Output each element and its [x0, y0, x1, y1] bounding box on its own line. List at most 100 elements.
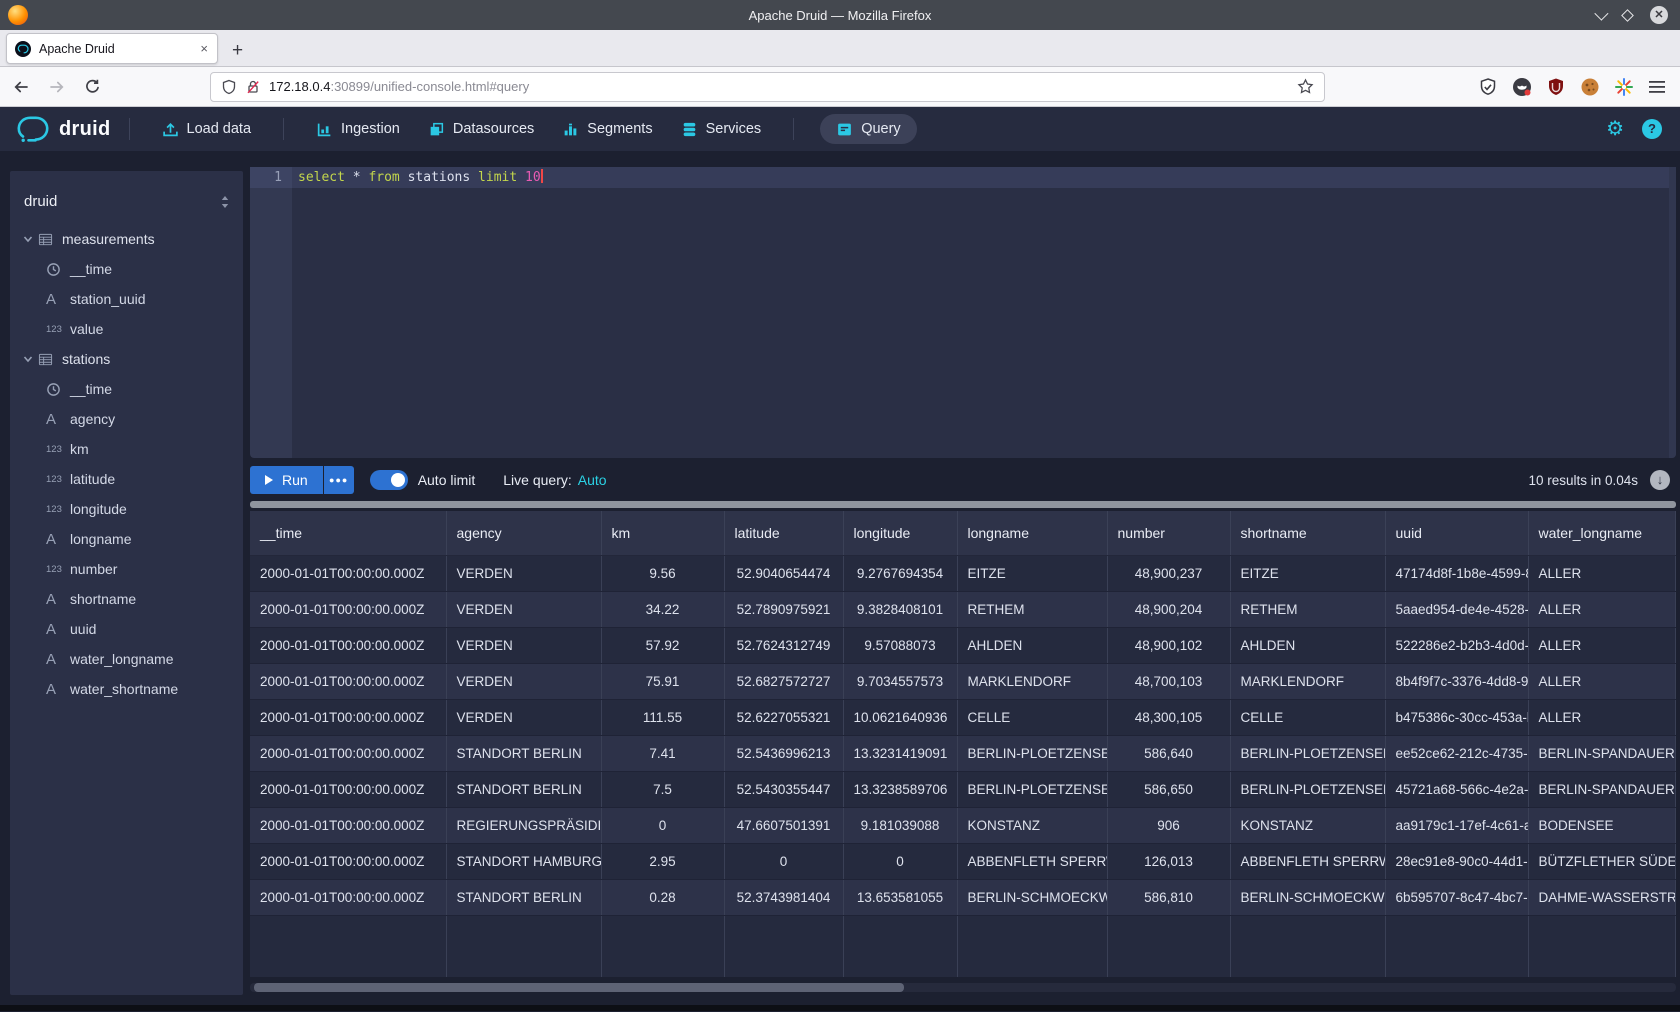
menu-hamburger-icon[interactable] [1648, 79, 1666, 95]
column-header-water_longname[interactable]: water_longname [1528, 511, 1676, 555]
cell[interactable]: 2000-01-01T00:00:00.000Z [250, 591, 446, 627]
cell[interactable]: b475386c-30cc-453a-b3a6-2e [1385, 699, 1528, 735]
cell[interactable]: 2000-01-01T00:00:00.000Z [250, 879, 446, 915]
cell[interactable]: 52.6827572727 [724, 663, 843, 699]
run-more-button[interactable]: ●●● [324, 466, 354, 494]
minimize-icon[interactable] [1594, 7, 1608, 21]
editor-scrollbar[interactable] [1669, 167, 1676, 458]
cell[interactable]: BODENSEE [1528, 807, 1676, 843]
tree-column-longname[interactable]: Alongname [10, 524, 243, 554]
cell[interactable]: 13.3231419091 [843, 735, 957, 771]
chevron-down-icon[interactable] [22, 233, 38, 245]
pane-resize-handle[interactable] [250, 501, 1676, 508]
column-header-longname[interactable]: longname [957, 511, 1107, 555]
live-query-value[interactable]: Auto [578, 472, 607, 488]
column-header-km[interactable]: km [601, 511, 724, 555]
cell[interactable]: 48,300,105 [1107, 699, 1230, 735]
bookmark-star-icon[interactable] [1297, 78, 1314, 95]
forward-button[interactable] [48, 79, 72, 95]
tree-column-water_longname[interactable]: Awater_longname [10, 644, 243, 674]
cell[interactable]: aa9179c1-17ef-4c61-a48a-74 [1385, 807, 1528, 843]
cell[interactable]: 52.7624312749 [724, 627, 843, 663]
cell[interactable]: BÜTZFLETHER SÜDERELBE [1528, 843, 1676, 879]
cell[interactable]: VERDEN [446, 663, 601, 699]
cell[interactable]: BERLIN-SCHMOECKWITZER [957, 879, 1107, 915]
reload-button[interactable] [84, 78, 108, 95]
tab-close-icon[interactable]: × [200, 41, 208, 56]
cell[interactable]: 13.653581055 [843, 879, 957, 915]
cell[interactable]: STANDORT BERLIN [446, 771, 601, 807]
cell[interactable]: 2000-01-01T00:00:00.000Z [250, 663, 446, 699]
cell[interactable]: 48,900,237 [1107, 555, 1230, 591]
cell[interactable]: STANDORT BERLIN [446, 879, 601, 915]
cell[interactable]: CELLE [1230, 699, 1385, 735]
cell[interactable]: 2000-01-01T00:00:00.000Z [250, 627, 446, 663]
cell[interactable]: ALLER [1528, 627, 1676, 663]
horizontal-scrollbar-thumb[interactable] [254, 983, 904, 992]
new-tab-button[interactable]: + [232, 44, 243, 58]
cell[interactable]: 52.9040654474 [724, 555, 843, 591]
tree-column-longitude[interactable]: 123longitude [10, 494, 243, 524]
cell[interactable]: 9.7034557573 [843, 663, 957, 699]
cell[interactable]: ABBENFLETH SPERRWERK [1230, 843, 1385, 879]
cell[interactable]: AHLDEN [1230, 627, 1385, 663]
cell[interactable]: 0.28 [601, 879, 724, 915]
extension-containers-icon[interactable] [1512, 77, 1532, 97]
cell[interactable]: 586,810 [1107, 879, 1230, 915]
query-editor[interactable]: 1 select * from stations limit 10 [250, 167, 1676, 458]
nav-datasources[interactable]: Datasources [414, 107, 548, 151]
druid-brand[interactable]: druid [16, 115, 111, 143]
cell[interactable]: CELLE [957, 699, 1107, 735]
cell[interactable]: 586,640 [1107, 735, 1230, 771]
cell[interactable]: 586,650 [1107, 771, 1230, 807]
column-header-number[interactable]: number [1107, 511, 1230, 555]
tree-column-km[interactable]: 123km [10, 434, 243, 464]
tree-column-__time[interactable]: __time [10, 254, 243, 284]
close-window-icon[interactable]: ✕ [1650, 6, 1668, 24]
cell[interactable]: 5aaed954-de4e-4528-8f65-aa [1385, 591, 1528, 627]
run-button[interactable]: Run [250, 466, 323, 494]
tree-column-shortname[interactable]: Ashortname [10, 584, 243, 614]
cell[interactable]: ALLER [1528, 663, 1676, 699]
cell[interactable]: STANDORT HAMBURG [446, 843, 601, 879]
cell[interactable]: 45721a68-566c-4e2a-a6e4-6c [1385, 771, 1528, 807]
cell[interactable]: BERLIN-PLOETZENSEE UP [957, 771, 1107, 807]
cell[interactable]: ABBENFLETH SPERRWERK [957, 843, 1107, 879]
cell[interactable]: 9.57088073 [843, 627, 957, 663]
cell[interactable]: MARKLENDORF [1230, 663, 1385, 699]
cell[interactable]: 13.3238589706 [843, 771, 957, 807]
cell[interactable]: 522286e2-b2b3-4d0d-9a46-1c [1385, 627, 1528, 663]
tree-column-__time[interactable]: __time [10, 374, 243, 404]
cell[interactable]: 47174d8f-1b8e-4599-8a59-b5 [1385, 555, 1528, 591]
cell[interactable]: BERLIN-PLOETZENSEE OP [957, 735, 1107, 771]
cell[interactable]: 28ec91e8-90c0-44d1-8f01-6c [1385, 843, 1528, 879]
tree-column-agency[interactable]: Aagency [10, 404, 243, 434]
cell[interactable]: VERDEN [446, 699, 601, 735]
cell[interactable]: ALLER [1528, 591, 1676, 627]
tree-column-station_uuid[interactable]: Astation_uuid [10, 284, 243, 314]
extension-cookie-icon[interactable] [1580, 77, 1600, 97]
tree-column-water_shortname[interactable]: Awater_shortname [10, 674, 243, 704]
extension-shield-check-icon[interactable] [1478, 77, 1498, 97]
help-icon[interactable]: ? [1642, 119, 1662, 139]
cell[interactable]: 111.55 [601, 699, 724, 735]
settings-gear-icon[interactable]: ⚙ [1606, 119, 1624, 139]
cell[interactable]: RETHEM [957, 591, 1107, 627]
cell[interactable]: 52.6227055321 [724, 699, 843, 735]
cell[interactable]: 7.5 [601, 771, 724, 807]
cell[interactable]: 9.2767694354 [843, 555, 957, 591]
extension-colorful-flake-icon[interactable] [1614, 77, 1634, 97]
download-icon[interactable]: ↓ [1650, 470, 1670, 490]
back-button[interactable] [12, 79, 36, 95]
tree-column-latitude[interactable]: 123latitude [10, 464, 243, 494]
tree-column-number[interactable]: 123number [10, 554, 243, 584]
tree-table-measurements[interactable]: measurements [10, 224, 243, 254]
cell[interactable]: REGIERUNGSPRÄSIDIUM FREIBURG [446, 807, 601, 843]
cell[interactable]: MARKLENDORF [957, 663, 1107, 699]
column-header-__time[interactable]: __time [250, 511, 446, 555]
column-header-longitude[interactable]: longitude [843, 511, 957, 555]
cell[interactable]: VERDEN [446, 555, 601, 591]
cell[interactable]: ee52ce62-212c-4735-b40a-1d [1385, 735, 1528, 771]
cell[interactable]: 2000-01-01T00:00:00.000Z [250, 843, 446, 879]
cell[interactable]: BERLIN-SPANDAUER-SCHIFFAHRTSKANAL [1528, 771, 1676, 807]
